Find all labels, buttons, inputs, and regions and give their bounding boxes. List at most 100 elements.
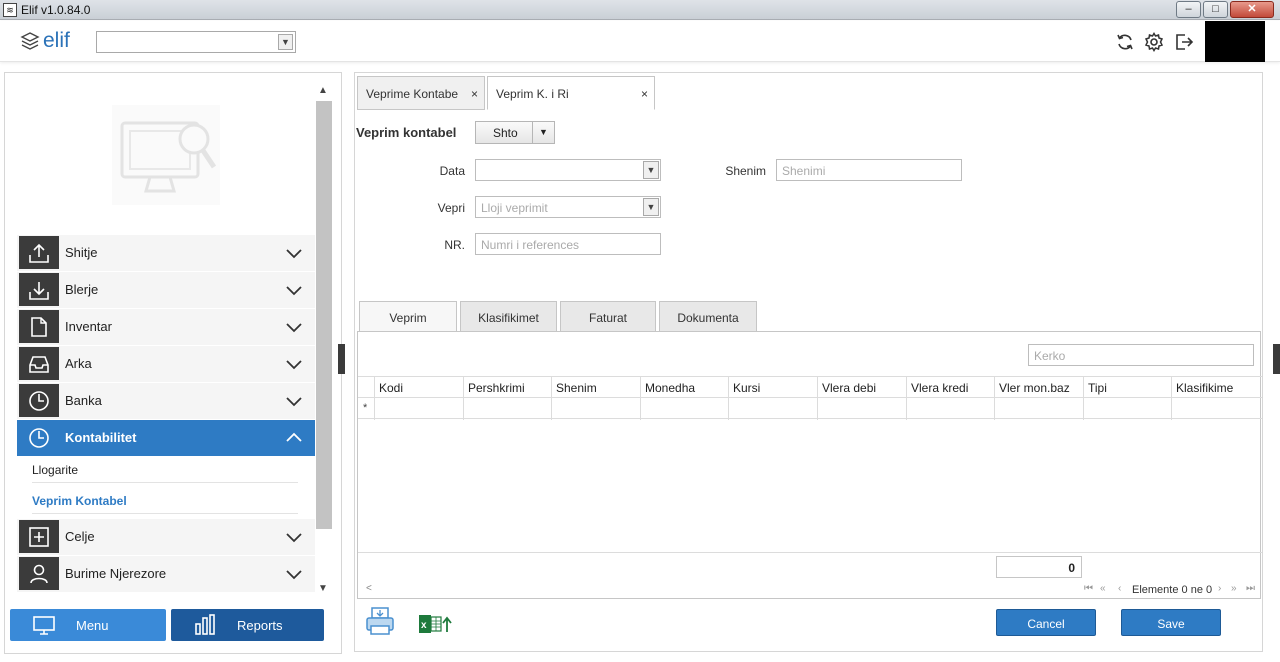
menu-button[interactable]: Menu xyxy=(10,609,166,641)
close-window-button[interactable]: ✕ xyxy=(1230,1,1274,18)
monitor-icon xyxy=(33,616,55,635)
reports-button[interactable]: Reports xyxy=(171,609,324,641)
refresh-icon[interactable] xyxy=(1115,32,1135,52)
subtab-veprim[interactable]: Veprim xyxy=(359,301,457,332)
gear-icon[interactable] xyxy=(1144,32,1164,52)
svg-text:x: x xyxy=(421,620,427,631)
close-tab-icon[interactable]: × xyxy=(471,87,478,101)
chevron-down-icon[interactable] xyxy=(285,392,303,410)
chevron-down-icon[interactable] xyxy=(285,318,303,336)
sidebar-item-label: Inventar xyxy=(65,319,112,334)
sidebar-subitem-veprim-kontabel[interactable]: Veprim Kontabel xyxy=(32,490,298,514)
chevron-down-icon[interactable] xyxy=(285,528,303,546)
print-icon[interactable] xyxy=(365,606,395,636)
next-page-icon[interactable]: › xyxy=(1218,583,1221,594)
top-bar: elif ▼ xyxy=(0,21,1280,62)
minimize-button[interactable]: – xyxy=(1176,1,1201,18)
data-label: Data xyxy=(439,164,465,178)
vepri-label: Vepri xyxy=(437,201,465,215)
scrollbar-thumb[interactable] xyxy=(316,101,332,529)
chevron-down-icon[interactable] xyxy=(285,244,303,262)
veprim-grid: Kerko Kodi Pershkrimi Shenim Monedha Kur… xyxy=(357,331,1262,599)
column-header: Shenim xyxy=(556,381,597,395)
upload-icon xyxy=(19,236,59,269)
sidebar-item-inventar[interactable]: Inventar xyxy=(17,309,315,345)
cancel-button[interactable]: Cancel xyxy=(996,609,1096,636)
chevron-down-icon[interactable]: ▼ xyxy=(532,122,554,143)
shenim-placeholder: Shenimi xyxy=(782,164,826,178)
document-icon xyxy=(19,310,59,343)
company-select[interactable]: ▼ xyxy=(96,31,296,53)
sidebar-splitter[interactable] xyxy=(338,344,345,374)
app-logo: elif xyxy=(20,29,70,53)
logo-text: elif xyxy=(43,29,70,52)
shenim-label: Shenim xyxy=(725,164,766,178)
form-title: Veprim kontabel xyxy=(356,125,457,140)
pager-status: Elemente 0 ne 0 xyxy=(1132,584,1213,596)
first-page-icon[interactable]: ⏮ xyxy=(1084,583,1093,594)
excel-export-icon[interactable]: x xyxy=(418,613,454,635)
subtab-dokumenta[interactable]: Dokumenta xyxy=(659,301,757,332)
shto-split-button[interactable]: Shto ▼ xyxy=(475,121,555,144)
download-icon xyxy=(19,273,59,306)
chevron-down-icon[interactable] xyxy=(285,355,303,373)
plus-box-icon xyxy=(19,520,59,553)
sidebar-item-arka[interactable]: Arka xyxy=(17,346,315,382)
table-row-new[interactable]: * xyxy=(358,398,1262,419)
logout-icon[interactable] xyxy=(1174,32,1194,52)
chevron-down-icon[interactable] xyxy=(285,565,303,583)
subtab-klasifikimet[interactable]: Klasifikimet xyxy=(460,301,557,332)
sidebar-scrollbar[interactable]: ▲ ▼ xyxy=(315,81,333,597)
vepri-placeholder: Lloji veprimit xyxy=(481,201,548,215)
sidebar-item-kontabilitet[interactable]: Kontabilitet xyxy=(17,420,315,456)
chevron-up-icon[interactable] xyxy=(285,429,303,447)
nr-label: NR. xyxy=(444,238,465,252)
app-icon: ≋ xyxy=(3,3,17,17)
sidebar-item-label: Blerje xyxy=(65,282,99,297)
subtab-faturat[interactable]: Faturat xyxy=(560,301,656,332)
data-date-input[interactable]: ▼ xyxy=(475,159,661,181)
sidebar-item-label: Burime Njerezore xyxy=(65,566,167,581)
chevron-down-icon[interactable]: ▼ xyxy=(643,198,659,216)
tab-label: Veprime Kontabe xyxy=(366,87,459,101)
prev-page-group-icon[interactable]: « xyxy=(1100,583,1106,594)
sidebar-item-label: Arka xyxy=(65,356,92,371)
shenim-input[interactable]: Shenimi xyxy=(776,159,962,181)
chevron-down-icon[interactable]: ▼ xyxy=(278,34,293,50)
scroll-up-icon[interactable]: ▲ xyxy=(318,85,328,96)
close-tab-icon[interactable]: × xyxy=(641,87,648,101)
next-page-group-icon[interactable]: » xyxy=(1231,583,1237,594)
chevron-down-icon[interactable] xyxy=(285,281,303,299)
menu-button-label: Menu xyxy=(76,617,109,633)
tab-veprime-kontabel[interactable]: Veprime Kontabe × xyxy=(357,76,485,110)
tab-veprim-k-i-ri[interactable]: Veprim K. i Ri × xyxy=(487,76,655,110)
person-icon xyxy=(19,557,59,590)
prev-page-icon[interactable]: ‹ xyxy=(1118,583,1121,594)
user-avatar-area[interactable] xyxy=(1205,21,1265,62)
sidebar-item-banka[interactable]: Banka xyxy=(17,383,315,419)
column-header: Tipi xyxy=(1088,381,1107,395)
column-header: Vlera debi xyxy=(822,381,877,395)
save-button[interactable]: Save xyxy=(1121,609,1221,636)
chevron-down-icon[interactable]: ▼ xyxy=(643,161,659,179)
company-logo-placeholder xyxy=(112,105,220,205)
column-header: Klasifikime xyxy=(1176,381,1234,395)
sidebar-item-label: Celje xyxy=(65,529,95,544)
window-title: Elif v1.0.84.0 xyxy=(21,3,91,17)
sidebar-item-burime-njerezore[interactable]: Burime Njerezore xyxy=(17,556,315,592)
sidebar-item-blerje[interactable]: Blerje xyxy=(17,272,315,308)
scroll-down-icon[interactable]: ▼ xyxy=(318,583,328,594)
search-input[interactable]: Kerko xyxy=(1028,344,1254,366)
last-page-icon[interactable]: ⏭ xyxy=(1246,583,1255,594)
maximize-button[interactable]: □ xyxy=(1203,1,1228,18)
total-value: 0 xyxy=(996,556,1082,578)
sidebar-subitem-llogarite[interactable]: Llogarite xyxy=(32,459,298,483)
nr-input[interactable]: Numri i references xyxy=(475,233,661,255)
sidebar-item-celje[interactable]: Celje xyxy=(17,519,315,555)
sidebar-item-shitje[interactable]: Shitje xyxy=(17,235,315,271)
window-titlebar: ≋ Elif v1.0.84.0 – □ ✕ xyxy=(0,0,1280,20)
right-splitter[interactable] xyxy=(1273,344,1280,374)
sidebar: Shitje Blerje Inventar Arka Banka Kontab xyxy=(4,72,342,654)
scroll-left-icon[interactable]: < xyxy=(366,583,372,594)
vepri-select[interactable]: Lloji veprimit ▼ xyxy=(475,196,661,218)
